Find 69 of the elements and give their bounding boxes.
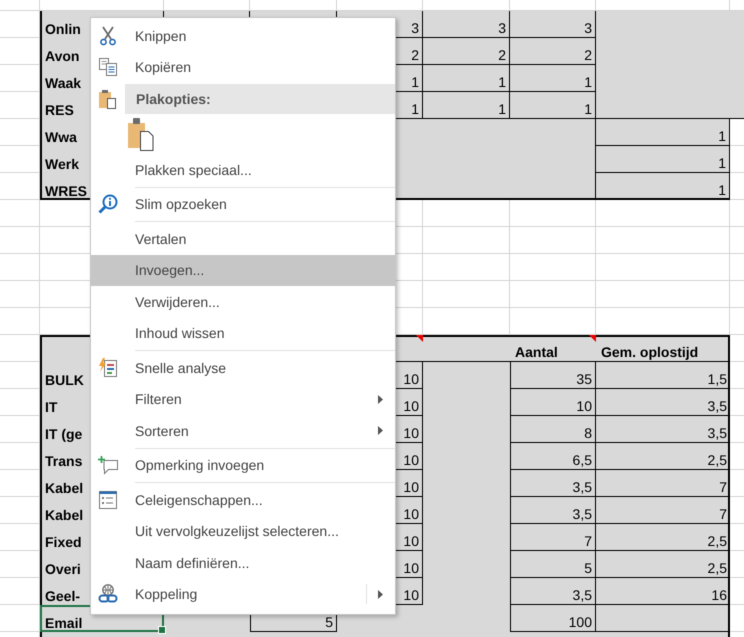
table-cell: 35 <box>510 362 596 389</box>
table-cell: 10 <box>510 389 596 416</box>
clipboard-icon <box>128 117 154 151</box>
menu-item[interactable]: Verwijderen... <box>91 286 395 318</box>
table-cell: 5 <box>510 551 596 578</box>
table-cell: 1 <box>423 92 510 119</box>
table-cell: 1 <box>510 92 596 119</box>
comment-icon <box>98 456 118 475</box>
table-cell: 3,5 <box>596 416 730 443</box>
submenu-arrow-icon <box>378 394 383 404</box>
row-label: Wwa <box>45 128 77 146</box>
table-cell: 3 <box>510 11 596 38</box>
submenu-arrow-icon <box>378 426 383 436</box>
table-cell: 1 <box>423 65 510 92</box>
menu-item[interactable]: Invoegen... <box>91 254 395 286</box>
table-cell: 8 <box>510 416 596 443</box>
row-label: RES <box>45 101 74 119</box>
table-cell: 1 <box>510 65 596 92</box>
row-label: Email <box>45 614 82 632</box>
row-label: IT <box>45 398 58 416</box>
copy-icon <box>99 58 117 76</box>
table-cell: 2,5 <box>596 551 730 578</box>
menu-item[interactable]: Inhoud wissen <box>91 318 395 349</box>
row-label: Geel- <box>45 587 80 605</box>
table-cell: 1 <box>596 119 730 146</box>
table-cell: 3,5 <box>510 470 596 497</box>
table-cell: 2 <box>423 38 510 65</box>
table-cell: 100 <box>510 605 596 632</box>
row-label: Trans <box>45 452 82 470</box>
table-cell: 6,5 <box>510 443 596 470</box>
row-label: Kabel <box>45 506 84 524</box>
table-cell: 3,5 <box>510 497 596 524</box>
row-label: Kabel <box>45 479 84 497</box>
row-label: Overi <box>45 560 81 578</box>
search-icon <box>98 194 118 214</box>
scissors-icon <box>99 26 117 46</box>
clipboard-icon <box>99 89 117 109</box>
table-cell: 3 <box>423 11 510 38</box>
row-label: Fixed <box>45 533 82 551</box>
row-label: Werk <box>45 155 79 173</box>
form-icon <box>99 490 117 509</box>
fill-handle[interactable] <box>158 626 166 634</box>
table-cell: 1 <box>596 173 730 200</box>
table-cell: 1,5 <box>596 362 730 389</box>
column-heading: Gem. oplostijd <box>596 335 730 362</box>
menu-item[interactable]: Vertalen <box>91 223 395 254</box>
table-cell: 7 <box>510 524 596 551</box>
table-cell: 2,5 <box>596 524 730 551</box>
table-cell: 16 <box>596 578 730 605</box>
submenu-arrow-icon <box>378 590 383 599</box>
menu-item[interactable]: Slim opzoeken <box>91 188 395 220</box>
table-cell: 7 <box>596 470 730 497</box>
table-cell: 3,5 <box>510 578 596 605</box>
row-label: WRES <box>45 182 87 200</box>
link-icon <box>98 584 118 604</box>
menu-item[interactable]: Plakken speciaal... <box>91 154 395 186</box>
table-cell: 1 <box>596 146 730 173</box>
table-cell: 2,5 <box>596 443 730 470</box>
menu-section-header: Plakopties: <box>125 84 395 114</box>
row-label: Onlin <box>45 20 81 38</box>
row-label: BULK <box>45 371 84 389</box>
table-cell: 3,5 <box>596 389 730 416</box>
table-cell: 2 <box>510 38 596 65</box>
table-cell: 7 <box>596 497 730 524</box>
row-label: Avon <box>45 47 80 65</box>
cell-text: Aantal <box>515 343 558 361</box>
row-label: Waak <box>45 74 82 92</box>
quick-analysis-icon <box>98 358 118 378</box>
row-label: IT (ge <box>45 425 82 443</box>
